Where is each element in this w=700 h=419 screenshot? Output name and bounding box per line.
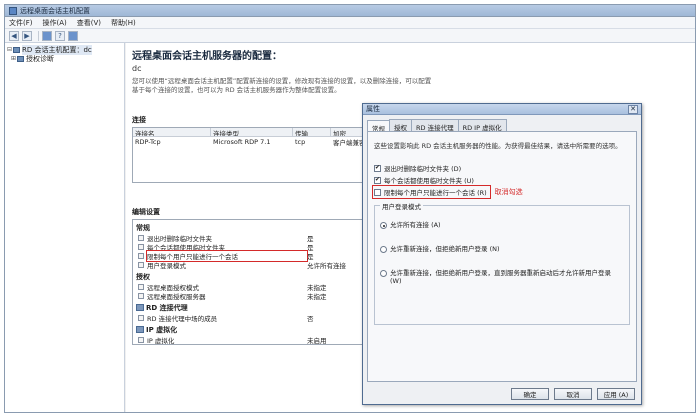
cancel-button[interactable]: 取消: [554, 388, 592, 400]
menu-help[interactable]: 帮助(H): [111, 18, 136, 28]
window-title: 远程桌面会话主机配置: [20, 6, 90, 15]
setting-icon: [138, 283, 144, 290]
delete-temp-folder-checkbox[interactable]: ✔ 退出时删除临时文件夹 (D): [374, 163, 630, 173]
setting-name: 用户登录模式: [147, 261, 186, 270]
title-bar: 远程桌面会话主机配置: [5, 5, 695, 17]
checkbox-label: 每个会话都使用临时文件夹 (U): [384, 177, 474, 185]
menu-bar: 文件(F) 操作(A) 查看(V) 帮助(H): [5, 17, 695, 29]
group-label: IP 虚拟化: [146, 325, 178, 334]
setting-license-server[interactable]: 远程桌面授权服务器 未指定: [133, 291, 371, 301]
col-name[interactable]: 连接名: [133, 128, 211, 136]
col-transport[interactable]: 传输: [293, 128, 331, 136]
setting-icon: [138, 243, 144, 250]
ok-button[interactable]: 确定: [511, 388, 549, 400]
setting-value: 允许所有连接: [307, 261, 346, 270]
page-title: 远程桌面会话主机服务器的配置：: [132, 51, 282, 62]
tab-ip-virtualization[interactable]: RD IP 虚拟化: [457, 119, 507, 132]
setting-value: 未启用: [307, 336, 327, 345]
tab-panel-general: 这些设置影响此 RD 会话主机服务器的性能。为获得最佳结果，请选中所需要的选项。…: [367, 131, 637, 382]
dialog-description: 这些设置影响此 RD 会话主机服务器的性能。为获得最佳结果，请选中所需要的选项。: [374, 142, 622, 150]
cell-type: Microsoft RDP 7.1: [213, 138, 271, 146]
radio-label: 允许重新连接，但拒绝新用户登录，直到服务器重新启动后才允许新用户登录 (W): [390, 269, 611, 285]
group-ip-virtualization: IP 虚拟化: [133, 324, 371, 335]
help-icon[interactable]: ?: [55, 30, 65, 41]
setting-broker-farm-member[interactable]: RD 连接代理中场的成员 否: [133, 313, 371, 323]
setting-icon: [138, 252, 144, 259]
setting-logon-mode[interactable]: 用户登录模式 允许所有连接: [133, 260, 371, 270]
cell-name: RDP-Tcp: [135, 138, 161, 146]
dialog-tabs: 常规 授权 RD 连接代理 RD IP 虚拟化: [363, 115, 641, 133]
temp-folder-per-session-checkbox[interactable]: ✔ 每个会话都使用临时文件夹 (U): [374, 175, 630, 185]
console-tree-icon[interactable]: [42, 30, 52, 41]
checkbox-checked-icon[interactable]: ✔: [374, 176, 381, 184]
restrict-single-session-checkbox[interactable]: 限制每个用户只能进行一个会话 (R): [372, 185, 491, 199]
dialog-title-bar: 属性 ✕: [363, 104, 641, 115]
tab-connection-broker[interactable]: RD 连接代理: [411, 119, 459, 132]
properties-dialog: 属性 ✕ 常规 授权 RD 连接代理 RD IP 虚拟化 这些设置影响此 RD …: [362, 103, 642, 405]
cell-transport: tcp: [295, 138, 306, 146]
setting-icon: [138, 261, 144, 268]
radio-allow-all[interactable]: 允许所有连接 (A): [380, 221, 624, 229]
tree-item-licensing-diagnosis[interactable]: ⊞ 授权诊断: [7, 54, 122, 63]
radio-selected-icon[interactable]: [380, 222, 387, 229]
menu-action[interactable]: 操作(A): [43, 18, 67, 28]
radio-unselected-icon[interactable]: [380, 246, 387, 253]
login-mode-title: 用户登录模式: [380, 201, 423, 211]
toolbar: ◀ ▶ ?: [5, 29, 695, 43]
broker-icon: [136, 304, 144, 311]
close-icon[interactable]: ✕: [628, 104, 638, 114]
setting-icon: [138, 336, 144, 343]
forward-arrow-icon[interactable]: ▶: [22, 30, 32, 41]
col-type[interactable]: 连接类型: [211, 128, 293, 136]
setting-name: 远程桌面授权服务器: [147, 292, 206, 301]
radio-label: 允许重新连接，但拒绝新用户登录 (N): [390, 245, 500, 253]
menu-view[interactable]: 查看(V): [77, 18, 101, 28]
setting-icon: [138, 292, 144, 299]
dialog-title: 属性: [366, 105, 380, 113]
restrict-single-session-row: 限制每个用户只能进行一个会话 (R) 取消勾选: [372, 185, 630, 199]
login-mode-group: 用户登录模式 允许所有连接 (A) 允许重新连接，但拒绝新用户登录 (N) 允许…: [374, 201, 630, 325]
group-label: RD 连接代理: [146, 303, 188, 312]
back-arrow-icon[interactable]: ◀: [9, 30, 19, 41]
group-label: 常规: [136, 223, 150, 232]
page-description: 您可以使用“远程桌面会话主机配置”配置新连接的设置，修改现有连接的设置，以及删除…: [132, 77, 432, 94]
server-name: dc: [132, 64, 142, 73]
edit-settings-list: 常规 退出时删除临时文件夹 是 每个会话都使用临时文件夹 是 限制每个用户只能进…: [132, 219, 372, 345]
tree-item-label: 授权诊断: [26, 54, 54, 63]
apply-button[interactable]: 应用 (A): [597, 388, 635, 400]
diagnosis-icon: [17, 55, 24, 62]
group-general: 常规: [133, 222, 371, 233]
group-label: 授权: [136, 272, 150, 281]
menu-file[interactable]: 文件(F): [9, 18, 33, 28]
checkbox-checked-icon[interactable]: ✔: [374, 164, 381, 172]
group-connection-broker: RD 连接代理: [133, 302, 371, 313]
setting-name: RD 连接代理中场的成员: [147, 314, 218, 323]
checkbox-unchecked-icon[interactable]: [374, 188, 381, 196]
setting-icon: [138, 234, 144, 241]
setting-ip-virtualization[interactable]: IP 虚拟化 未启用: [133, 335, 371, 345]
dialog-buttons: 确定 取消 应用 (A): [506, 388, 635, 400]
radio-allow-reconnect-until-restart[interactable]: 允许重新连接，但拒绝新用户登录，直到服务器重新启动后才允许新用户登录 (W): [380, 269, 624, 285]
setting-value: 否: [307, 314, 314, 323]
app-icon: [9, 6, 17, 15]
group-licensing: 授权: [133, 271, 371, 282]
ip-virtualization-icon: [136, 326, 144, 333]
setting-name: IP 虚拟化: [147, 336, 175, 345]
console-tree: ⊟ RD 会话主机配置：dc ⊞ 授权诊断: [5, 43, 125, 412]
checkbox-label: 退出时删除临时文件夹 (D): [384, 165, 462, 173]
tab-licensing[interactable]: 授权: [389, 119, 412, 132]
setting-value: 未指定: [307, 292, 327, 301]
radio-label: 允许所有连接 (A): [390, 221, 441, 229]
setting-icon: [138, 314, 144, 321]
radio-allow-reconnect[interactable]: 允许重新连接，但拒绝新用户登录 (N): [380, 245, 624, 253]
annotation-uncheck: 取消勾选: [494, 188, 523, 196]
checkbox-label: 限制每个用户只能进行一个会话 (R): [384, 189, 487, 197]
radio-unselected-icon[interactable]: [380, 270, 387, 277]
tree-item-rd-host[interactable]: ⊟ RD 会话主机配置：dc: [7, 44, 122, 55]
action-pane-icon[interactable]: [68, 30, 78, 41]
server-icon: [13, 46, 20, 53]
